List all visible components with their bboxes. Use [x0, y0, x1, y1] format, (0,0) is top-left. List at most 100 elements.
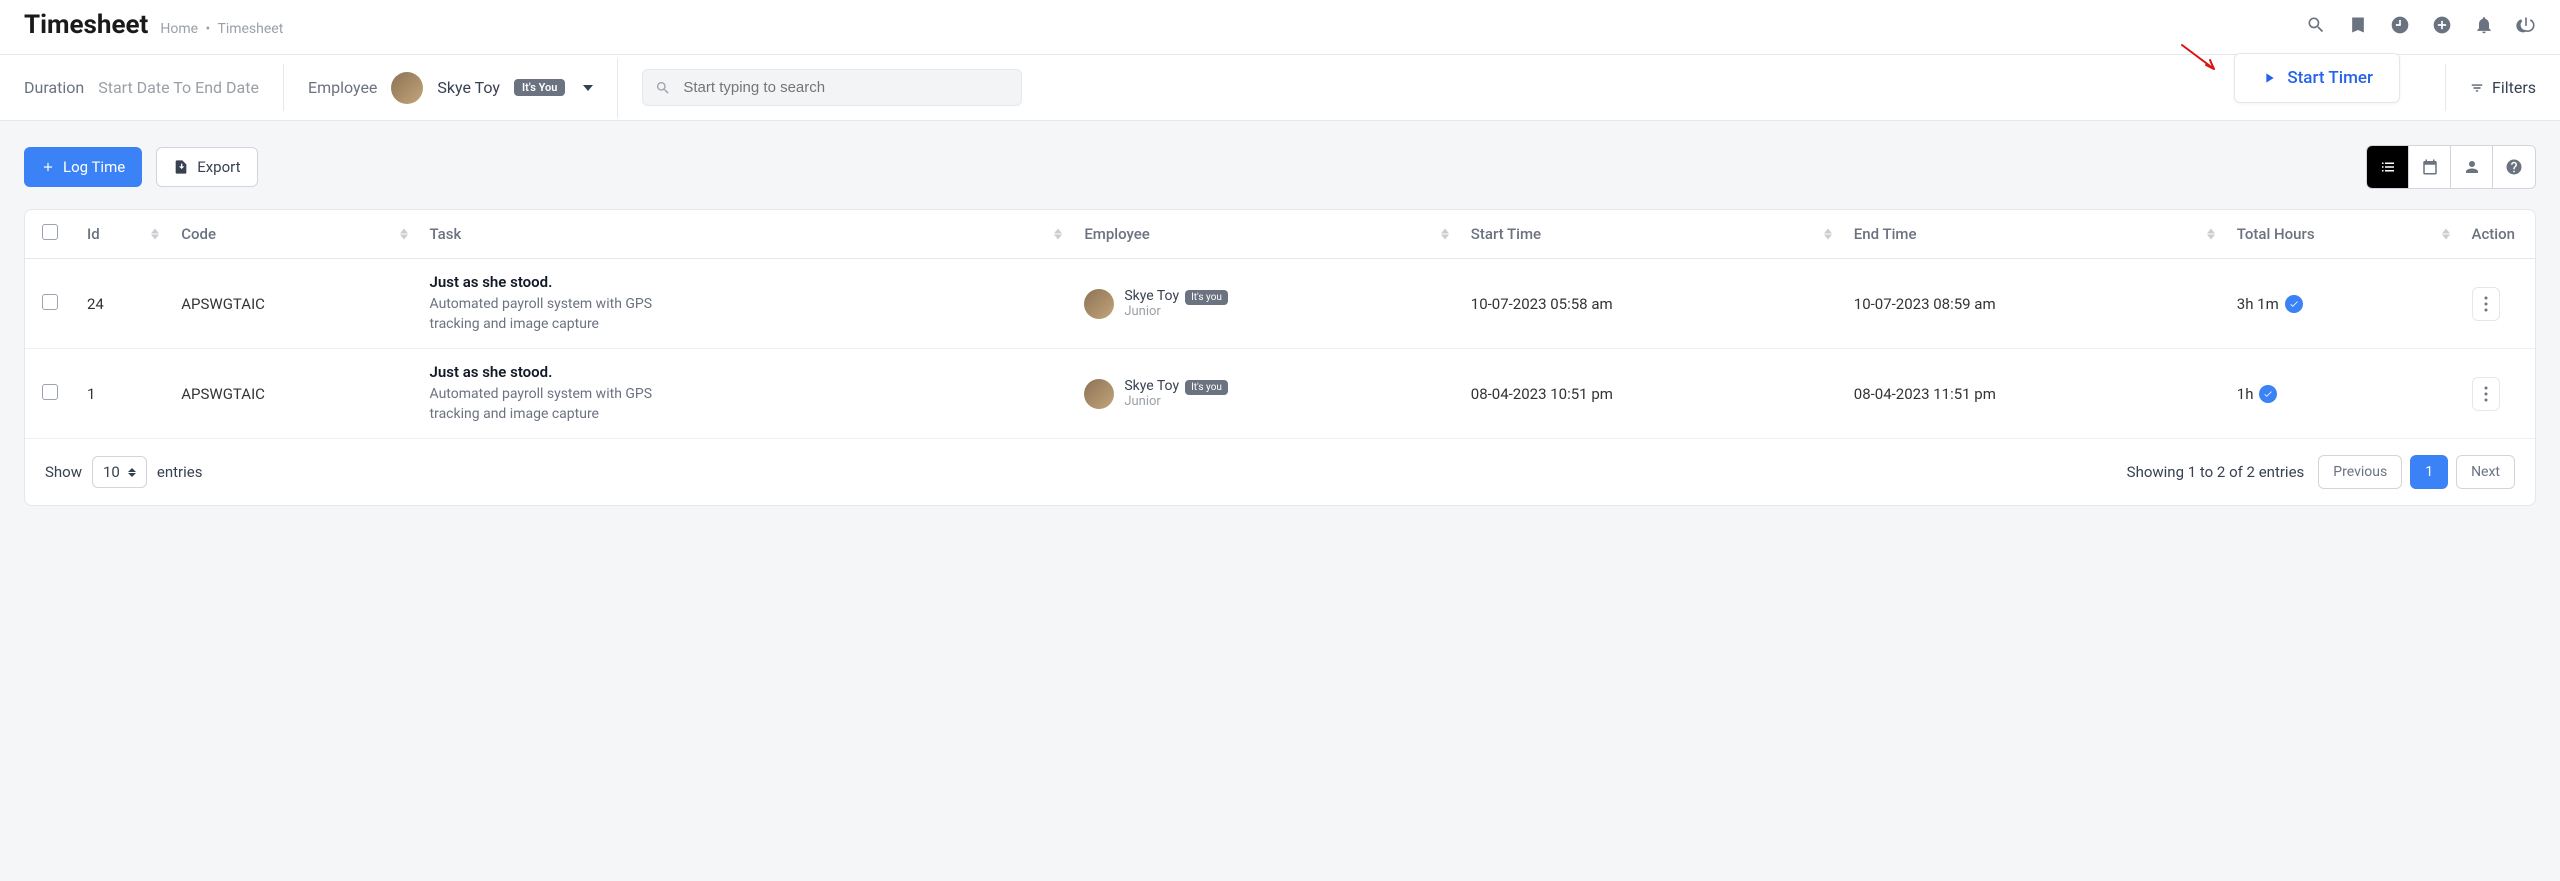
its-you-badge: It's you [1185, 290, 1228, 305]
plus-circle-icon[interactable] [2432, 15, 2452, 35]
view-user-button[interactable] [2451, 146, 2493, 188]
bell-icon[interactable] [2474, 15, 2494, 35]
actions-left: Log Time Export [24, 147, 258, 187]
header-left: Timesheet Home • Timesheet [24, 10, 283, 40]
row-checkbox[interactable] [42, 384, 58, 400]
avatar [1084, 379, 1114, 409]
duration-label: Duration [24, 78, 84, 97]
employee-label: Employee [308, 78, 377, 97]
task-title: Just as she stood. [430, 363, 1061, 381]
entries-label: entries [157, 463, 203, 481]
duration-placeholder: Start Date To End Date [98, 78, 259, 97]
col-code[interactable]: Code [169, 210, 417, 259]
employee-section[interactable]: Employee Skye Toy It's You [284, 58, 618, 118]
export-label: Export [197, 158, 240, 176]
verified-icon [2259, 385, 2277, 403]
page-header: Timesheet Home • Timesheet [0, 0, 2560, 54]
filters-button[interactable]: Filters [2445, 64, 2560, 111]
page-size-value: 10 [103, 463, 120, 481]
page-title: Timesheet [24, 10, 148, 40]
play-icon [2261, 70, 2277, 86]
cell-start: 10-07-2023 05:58 am [1459, 259, 1842, 349]
help-icon [2505, 158, 2523, 176]
cell-employee: Skye ToyIt's you Junior [1072, 349, 1458, 439]
export-icon [173, 159, 189, 175]
cell-action [2460, 349, 2535, 439]
cell-task: Just as she stood. Automated payroll sys… [418, 349, 1073, 439]
col-start[interactable]: Start Time [1459, 210, 1842, 259]
search-icon[interactable] [2306, 15, 2326, 35]
sort-icon [1054, 229, 1062, 240]
table-card: Id Code Task Employee Start Time End Tim… [24, 209, 2536, 506]
col-end[interactable]: End Time [1842, 210, 2225, 259]
table-footer: Show 10 entries Showing 1 to 2 of 2 entr… [25, 439, 2535, 505]
cell-end: 08-04-2023 11:51 pm [1842, 349, 2225, 439]
cell-employee: Skye ToyIt's you Junior [1072, 259, 1458, 349]
page-1-button[interactable]: 1 [2410, 455, 2448, 489]
log-time-button[interactable]: Log Time [24, 147, 142, 187]
note-icon[interactable] [2348, 15, 2368, 35]
view-list-button[interactable] [2367, 146, 2409, 188]
footer-right: Showing 1 to 2 of 2 entries Previous 1 N… [2127, 455, 2515, 489]
search-input[interactable] [681, 78, 1009, 97]
breadcrumb: Home • Timesheet [160, 21, 283, 37]
log-time-label: Log Time [63, 158, 125, 176]
view-toggle [2366, 145, 2536, 189]
avatar [391, 72, 423, 104]
row-menu-button[interactable] [2472, 287, 2500, 321]
col-hours[interactable]: Total Hours [2225, 210, 2460, 259]
timesheet-table: Id Code Task Employee Start Time End Tim… [25, 210, 2535, 439]
cell-id: 1 [75, 349, 169, 439]
view-calendar-button[interactable] [2409, 146, 2451, 188]
breadcrumb-sep: • [206, 21, 211, 37]
hours-value: 1h [2237, 385, 2254, 403]
duration-section[interactable]: Duration Start Date To End Date [0, 64, 284, 111]
sort-icon [1824, 229, 1832, 240]
show-label: Show [45, 463, 82, 481]
previous-button[interactable]: Previous [2318, 455, 2402, 489]
emp-role: Junior [1124, 394, 1228, 409]
search-box[interactable] [642, 69, 1022, 106]
page-size-select[interactable]: 10 [92, 456, 147, 488]
row-menu-button[interactable] [2472, 377, 2500, 411]
search-icon [655, 80, 671, 96]
cell-code: APSWGTAIC [169, 349, 417, 439]
col-employee[interactable]: Employee [1072, 210, 1458, 259]
verified-icon [2285, 295, 2303, 313]
filters-label: Filters [2492, 78, 2536, 97]
sort-icon [2442, 229, 2450, 240]
task-title: Just as she stood. [430, 273, 1061, 291]
emp-name: Skye ToyIt's you [1124, 288, 1228, 304]
pagination-info: Showing 1 to 2 of 2 entries [2127, 463, 2305, 481]
cell-task: Just as she stood. Automated payroll sys… [418, 259, 1073, 349]
filter-icon [2470, 81, 2484, 95]
list-icon [2379, 158, 2397, 176]
col-id[interactable]: Id [75, 210, 169, 259]
clock-icon[interactable] [2390, 15, 2410, 35]
breadcrumb-home[interactable]: Home [160, 21, 198, 37]
cell-end: 10-07-2023 08:59 am [1842, 259, 2225, 349]
actions-row: Log Time Export [24, 145, 2536, 189]
chevron-down-icon [583, 85, 593, 91]
select-all-checkbox[interactable] [42, 224, 58, 240]
its-you-badge: It's You [514, 79, 565, 96]
start-timer-button[interactable]: Start Timer [2234, 53, 2400, 103]
power-icon[interactable] [2516, 15, 2536, 35]
pager: Previous 1 Next [2318, 455, 2515, 489]
col-task[interactable]: Task [418, 210, 1073, 259]
dots-vertical-icon [2484, 386, 2488, 402]
col-action: Action [2460, 210, 2535, 259]
page-size-control: Show 10 entries [45, 456, 202, 488]
view-help-button[interactable] [2493, 146, 2535, 188]
cell-id: 24 [75, 259, 169, 349]
header-icons [2306, 15, 2536, 35]
export-button[interactable]: Export [156, 147, 257, 187]
cell-hours: 1h [2225, 349, 2460, 439]
cell-hours: 3h 1m [2225, 259, 2460, 349]
content: Log Time Export Id Code Task Employee [0, 121, 2560, 530]
plus-icon [41, 160, 55, 174]
next-button[interactable]: Next [2456, 455, 2515, 489]
row-checkbox[interactable] [42, 294, 58, 310]
sort-icon [400, 229, 408, 240]
user-icon [2463, 158, 2481, 176]
